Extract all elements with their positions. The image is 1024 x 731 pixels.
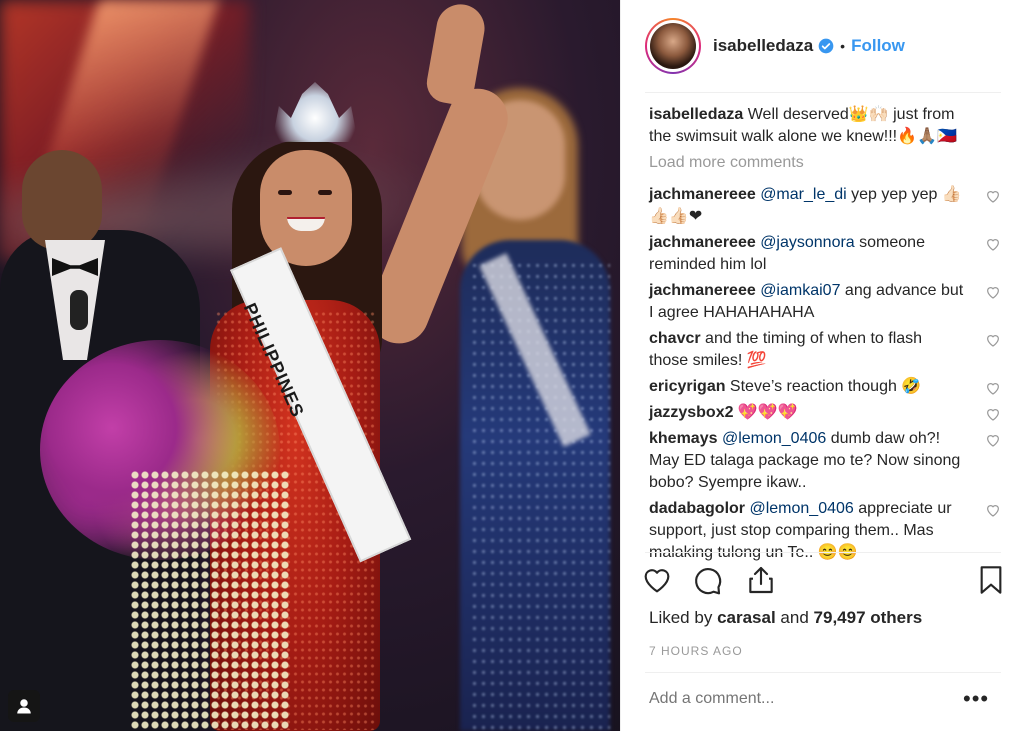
small-heart-icon[interactable] bbox=[985, 188, 1005, 208]
comment-mention[interactable]: @mar_le_di bbox=[760, 186, 847, 203]
small-heart-icon[interactable] bbox=[985, 284, 1005, 304]
small-heart-icon[interactable] bbox=[985, 406, 1005, 426]
likes-prefix: Liked by bbox=[649, 608, 713, 627]
comment-item: dadabagolor @lemon_0406 appreciate ur su… bbox=[649, 498, 1005, 564]
post-header: isabelledaza • Follow bbox=[621, 0, 1024, 92]
likes-summary: Liked by carasal and 79,497 others bbox=[649, 608, 922, 628]
comment-item: ericyrigan Steve’s reaction though 🤣 bbox=[649, 376, 1005, 398]
post-sidebar: isabelledaza • Follow isabelledaza Well … bbox=[620, 0, 1024, 731]
comment-username[interactable]: jachmanereee bbox=[649, 282, 756, 299]
bookmark-icon[interactable] bbox=[975, 564, 1009, 598]
comment-username[interactable]: khemays bbox=[649, 430, 718, 447]
user-tag-icon[interactable] bbox=[8, 690, 40, 722]
comment-icon[interactable] bbox=[691, 564, 725, 598]
actions-divider bbox=[645, 552, 1001, 553]
small-heart-icon[interactable] bbox=[985, 332, 1005, 352]
comment-item: jachmanereee @jaysonnora someone reminde… bbox=[649, 232, 1005, 276]
comment-username[interactable]: chavcr bbox=[649, 330, 701, 347]
crown bbox=[272, 82, 358, 142]
comment-text: Steve’s reaction though 🤣 bbox=[725, 378, 922, 395]
liked-by-user[interactable]: carasal bbox=[717, 608, 776, 627]
comment-username[interactable]: ericyrigan bbox=[649, 378, 725, 395]
post-photo[interactable]: PHILIPPINES bbox=[0, 0, 620, 731]
likes-and: and bbox=[780, 608, 809, 627]
more-options-button[interactable]: ••• bbox=[963, 688, 989, 710]
comment-mention[interactable]: @lemon_0406 bbox=[749, 500, 853, 517]
comment-username[interactable]: jachmanereee bbox=[649, 186, 756, 203]
small-heart-icon[interactable] bbox=[985, 432, 1005, 452]
separator-dot: • bbox=[840, 38, 846, 54]
comment-box-divider bbox=[645, 672, 1001, 673]
action-bar bbox=[639, 560, 1009, 600]
follow-button[interactable]: Follow bbox=[851, 36, 905, 56]
comment-mention[interactable]: @lemon_0406 bbox=[722, 430, 826, 447]
comment-mention[interactable]: @jaysonnora bbox=[760, 234, 855, 251]
small-heart-icon[interactable] bbox=[985, 380, 1005, 400]
small-heart-icon[interactable] bbox=[985, 236, 1005, 256]
heart-icon[interactable] bbox=[641, 564, 675, 598]
winner-face bbox=[260, 150, 352, 266]
comment-item: jachmanereee @iamkai07 ang advance but I… bbox=[649, 280, 1005, 324]
header-username[interactable]: isabelledaza bbox=[713, 36, 813, 56]
winner-eye bbox=[278, 190, 292, 195]
comment-username[interactable]: dadabagolor bbox=[649, 500, 745, 517]
load-more-comments[interactable]: Load more comments bbox=[649, 152, 1005, 174]
microphone bbox=[70, 290, 88, 330]
comment-username[interactable]: jachmanereee bbox=[649, 234, 756, 251]
flower-garland bbox=[130, 470, 290, 731]
caption: isabelledaza Well deserved👑🙌🏻 just from … bbox=[649, 104, 1005, 148]
comment-item: jachmanereee @mar_le_di yep yep yep 👍🏻👍🏻… bbox=[649, 184, 1005, 228]
comment-text: 💖💖💖 bbox=[733, 404, 798, 421]
comment-item: jazzysbox2 💖💖💖 bbox=[649, 402, 1005, 424]
winner-eye bbox=[318, 190, 332, 195]
comment-username[interactable]: jazzysbox2 bbox=[649, 404, 733, 421]
comment-item: chavcr and the timing of when to flash t… bbox=[649, 328, 1005, 372]
add-comment-input[interactable] bbox=[649, 690, 939, 708]
host-head bbox=[22, 150, 102, 250]
avatar[interactable] bbox=[645, 18, 701, 74]
share-icon[interactable] bbox=[745, 564, 779, 598]
caption-username[interactable]: isabelledaza bbox=[649, 106, 743, 123]
comment-item: khemays @lemon_0406 dumb daw oh?! May ED… bbox=[649, 428, 1005, 494]
small-heart-icon[interactable] bbox=[985, 502, 1005, 522]
comments-list: isabelledaza Well deserved👑🙌🏻 just from … bbox=[649, 104, 1005, 568]
post-timestamp[interactable]: 7 HOURS AGO bbox=[649, 644, 743, 658]
comment-mention[interactable]: @iamkai07 bbox=[760, 282, 840, 299]
likes-count[interactable]: 79,497 others bbox=[814, 608, 923, 627]
header-divider bbox=[645, 92, 1001, 93]
verified-icon bbox=[818, 38, 834, 54]
